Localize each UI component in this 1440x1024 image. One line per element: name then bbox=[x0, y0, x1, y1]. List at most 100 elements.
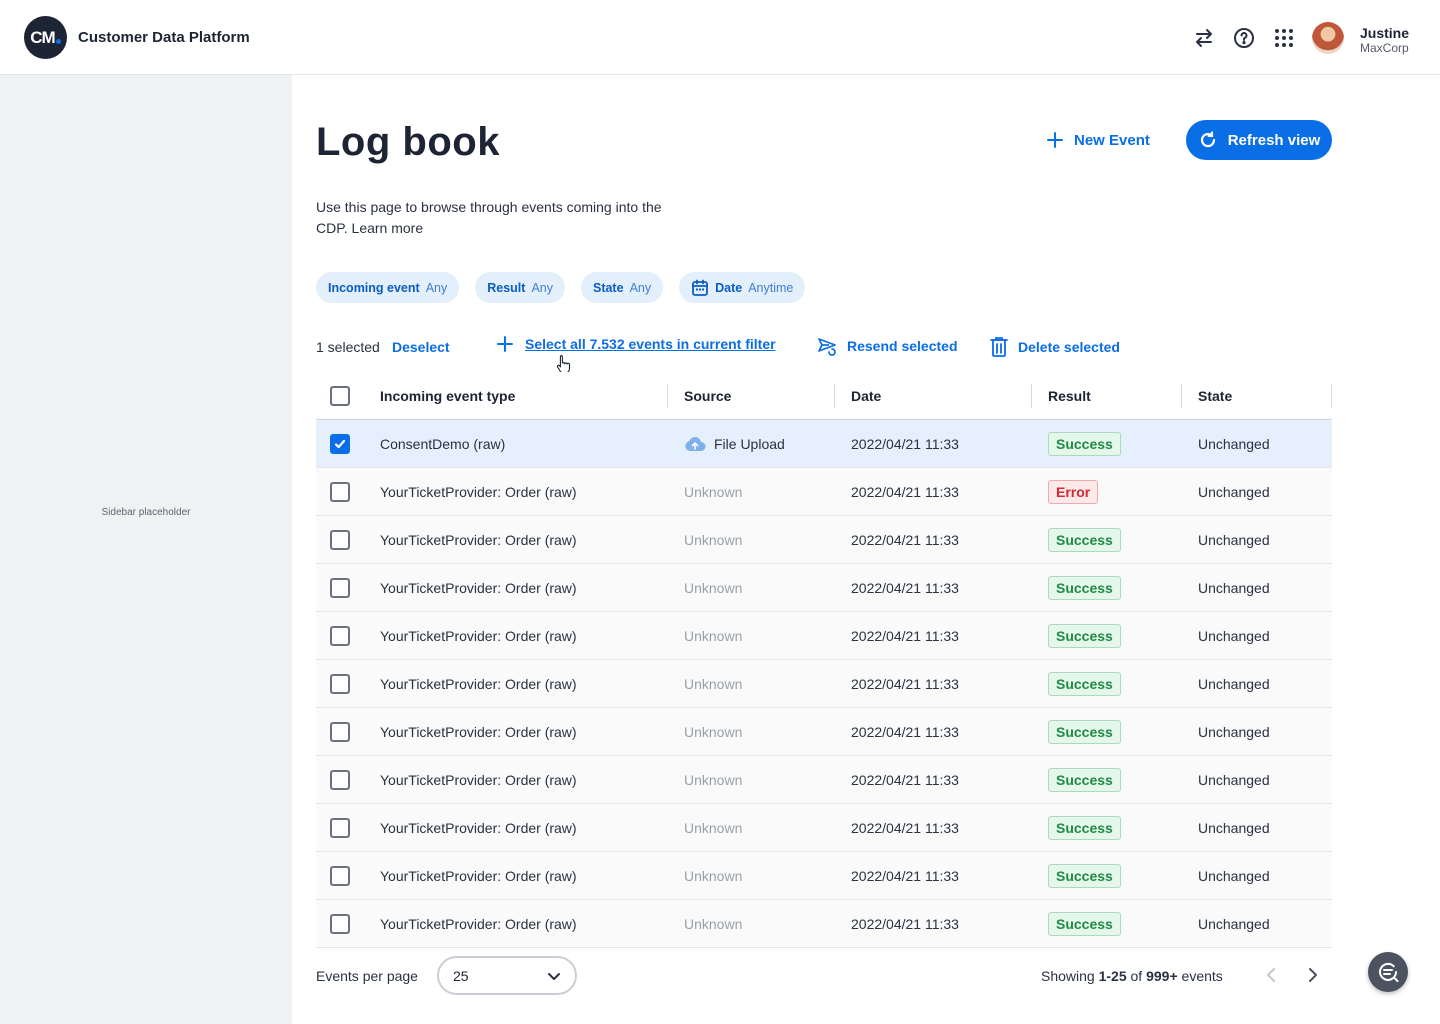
row-checkbox-cell bbox=[330, 612, 350, 660]
column-divider[interactable] bbox=[1181, 384, 1182, 408]
row-checkbox[interactable] bbox=[330, 914, 350, 934]
event-date: 2022/04/21 11:33 bbox=[851, 580, 959, 596]
refresh-view-button[interactable]: Refresh view bbox=[1186, 120, 1332, 160]
table-row[interactable]: YourTicketProvider: Order (raw) Unknown 20… bbox=[316, 756, 1332, 804]
event-date: 2022/04/21 11:33 bbox=[851, 724, 959, 740]
sidebar: Sidebar placeholder bbox=[0, 75, 292, 1024]
row-checkbox-cell bbox=[330, 468, 350, 516]
trash-icon bbox=[990, 337, 1008, 357]
event-state: Unchanged bbox=[1198, 580, 1270, 596]
event-type: YourTicketProvider: Order (raw) bbox=[380, 628, 577, 644]
filter-key: Incoming event bbox=[328, 280, 420, 295]
filter-result[interactable]: Result Any bbox=[475, 272, 565, 303]
event-result: Error bbox=[1048, 468, 1178, 516]
row-checkbox[interactable] bbox=[330, 674, 350, 694]
next-page-button[interactable] bbox=[1304, 966, 1320, 987]
row-checkbox-cell bbox=[330, 708, 350, 756]
event-type: YourTicketProvider: Order (raw) bbox=[380, 724, 577, 740]
event-source: Unknown bbox=[684, 756, 834, 804]
event-state: Unchanged bbox=[1198, 772, 1270, 788]
row-checkbox[interactable] bbox=[330, 434, 350, 454]
event-source: File Upload bbox=[684, 420, 834, 468]
select-all-button[interactable]: Select all 7.532 events in current filte… bbox=[497, 336, 776, 352]
event-type: YourTicketProvider: Order (raw) bbox=[380, 580, 577, 596]
status-badge: Success bbox=[1048, 672, 1121, 696]
event-source: Unknown bbox=[684, 660, 834, 708]
event-source-label: Unknown bbox=[684, 724, 743, 740]
table-row[interactable]: ConsentDemo (raw) File Upload 2022/04/21 1… bbox=[316, 420, 1332, 468]
showing-suffix: events bbox=[1181, 968, 1223, 984]
event-type: YourTicketProvider: Order (raw) bbox=[380, 484, 577, 500]
cloud-upload-icon bbox=[685, 437, 706, 451]
column-header[interactable]: Incoming event type bbox=[380, 372, 668, 420]
event-date: 2022/04/21 11:33 bbox=[851, 868, 959, 884]
chat-support-button[interactable] bbox=[1368, 952, 1408, 992]
delete-selected-button[interactable]: Delete selected bbox=[990, 336, 1120, 358]
event-source-label: Unknown bbox=[684, 772, 743, 788]
refresh-icon bbox=[1200, 131, 1215, 148]
row-checkbox[interactable] bbox=[330, 482, 350, 502]
help-icon[interactable] bbox=[1232, 26, 1256, 50]
table-row[interactable]: YourTicketProvider: Order (raw) Unknown 20… bbox=[316, 516, 1332, 564]
user-name: Justine bbox=[1360, 25, 1410, 41]
cm-logo[interactable]: CM bbox=[24, 16, 67, 59]
status-badge: Success bbox=[1048, 624, 1121, 648]
table-body: ConsentDemo (raw) File Upload 2022/04/21 1… bbox=[316, 420, 1332, 948]
table-row[interactable]: YourTicketProvider: Order (raw) Unknown 20… bbox=[316, 612, 1332, 660]
switch-arrows-icon[interactable] bbox=[1192, 26, 1216, 50]
table-row[interactable]: YourTicketProvider: Order (raw) Unknown 20… bbox=[316, 468, 1332, 516]
new-event-button[interactable]: New Event bbox=[1046, 126, 1150, 154]
previous-page-button[interactable] bbox=[1264, 966, 1280, 987]
table-row[interactable]: YourTicketProvider: Order (raw) Unknown 20… bbox=[316, 852, 1332, 900]
select-all-checkbox[interactable] bbox=[330, 386, 350, 406]
event-state: Unchanged bbox=[1198, 436, 1270, 452]
status-badge: Success bbox=[1048, 432, 1121, 456]
row-checkbox[interactable] bbox=[330, 770, 350, 790]
column-header[interactable]: State bbox=[1198, 372, 1328, 420]
event-type: YourTicketProvider: Order (raw) bbox=[380, 532, 577, 548]
event-result: Success bbox=[1048, 564, 1178, 612]
table-row[interactable]: YourTicketProvider: Order (raw) Unknown 20… bbox=[316, 708, 1332, 756]
table-row[interactable]: YourTicketProvider: Order (raw) Unknown 20… bbox=[316, 564, 1332, 612]
status-badge: Success bbox=[1048, 912, 1121, 936]
deselect-button[interactable]: Deselect bbox=[392, 339, 450, 355]
filter-state[interactable]: State Any bbox=[580, 272, 664, 303]
events-per-page-select[interactable]: 25 bbox=[437, 956, 577, 995]
filter-date[interactable]: Date Anytime bbox=[679, 272, 806, 303]
row-checkbox[interactable] bbox=[330, 530, 350, 550]
apps-grid-icon[interactable] bbox=[1272, 26, 1296, 50]
row-checkbox[interactable] bbox=[330, 722, 350, 742]
event-source: Unknown bbox=[684, 516, 834, 564]
filter-bar: Incoming event Any Result Any State Any … bbox=[316, 272, 806, 303]
table-row[interactable]: YourTicketProvider: Order (raw) Unknown 20… bbox=[316, 660, 1332, 708]
table-row[interactable]: YourTicketProvider: Order (raw) Unknown 20… bbox=[316, 804, 1332, 852]
filter-incoming-event[interactable]: Incoming event Any bbox=[316, 272, 460, 303]
event-source-label: Unknown bbox=[684, 820, 743, 836]
row-checkbox[interactable] bbox=[330, 626, 350, 646]
resend-selected-button[interactable]: Resend selected bbox=[817, 336, 958, 356]
column-divider[interactable] bbox=[1331, 384, 1332, 408]
event-result: Success bbox=[1048, 420, 1178, 468]
column-header[interactable]: Source bbox=[684, 372, 834, 420]
column-divider[interactable] bbox=[1031, 384, 1032, 408]
column-divider[interactable] bbox=[834, 384, 835, 408]
column-divider[interactable] bbox=[667, 384, 668, 408]
calendar-icon bbox=[692, 279, 709, 296]
event-date: 2022/04/21 11:33 bbox=[851, 436, 959, 452]
events-per-page-label: Events per page bbox=[316, 968, 418, 984]
row-checkbox-cell bbox=[330, 660, 350, 708]
event-source-label: Unknown bbox=[684, 532, 743, 548]
avatar[interactable] bbox=[1312, 22, 1344, 54]
chevron-down-icon bbox=[548, 972, 560, 980]
event-state: Unchanged bbox=[1198, 532, 1270, 548]
column-header[interactable]: Date bbox=[851, 372, 1031, 420]
row-checkbox[interactable] bbox=[330, 578, 350, 598]
row-checkbox-cell bbox=[330, 804, 350, 852]
row-checkbox[interactable] bbox=[330, 866, 350, 886]
column-header[interactable]: Result bbox=[1048, 372, 1178, 420]
page-description: Use this page to browse through events c… bbox=[316, 199, 662, 236]
row-checkbox[interactable] bbox=[330, 818, 350, 838]
chat-icon bbox=[1379, 962, 1399, 982]
status-badge: Success bbox=[1048, 720, 1121, 744]
table-row[interactable]: YourTicketProvider: Order (raw) Unknown 20… bbox=[316, 900, 1332, 948]
